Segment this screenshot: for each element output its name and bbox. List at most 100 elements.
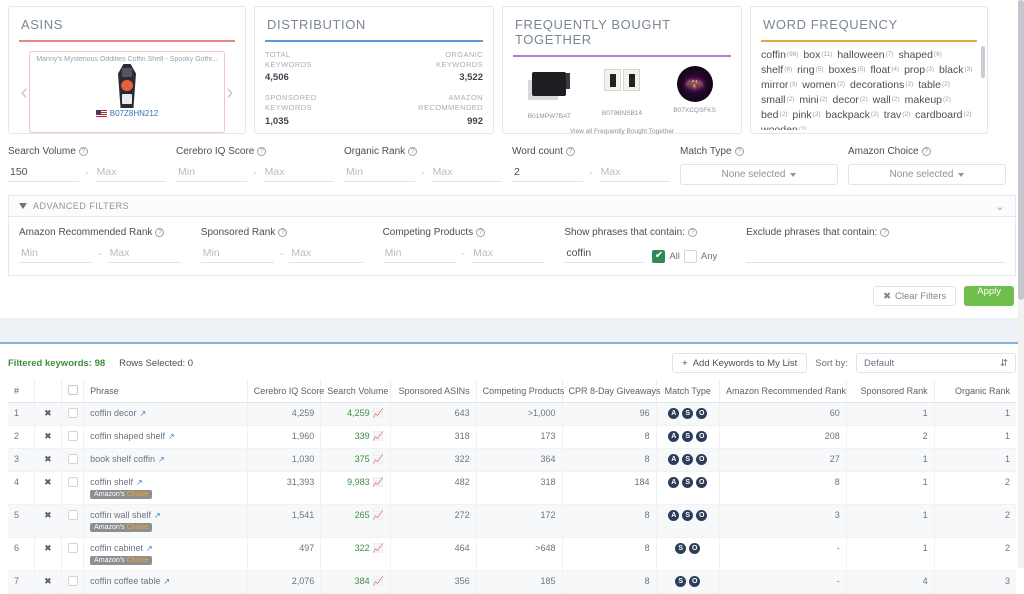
external-link-icon[interactable]: ↗	[140, 409, 147, 418]
exclude-phrases-input[interactable]	[746, 245, 1005, 263]
select-all-checkbox[interactable]	[68, 385, 78, 395]
search-volume-cell[interactable]: 375📈	[321, 449, 391, 472]
table-row[interactable]: 5✖coffin wall shelf↗Amazon's Choice1,541…	[8, 505, 1016, 538]
row-phrase-cell[interactable]: coffin shelf↗Amazon's Choice	[84, 472, 248, 505]
row-phrase-cell[interactable]: book shelf coffin↗	[84, 449, 248, 472]
word-frequency-item[interactable]: halloween(7)	[837, 49, 895, 61]
help-icon[interactable]: ?	[257, 147, 266, 156]
row-phrase-cell[interactable]: coffin wall shelf↗Amazon's Choice	[84, 505, 248, 538]
help-icon[interactable]: ?	[922, 147, 931, 156]
row-remove-button[interactable]: ✖	[35, 426, 62, 449]
search-volume-cell[interactable]: 265📈	[321, 505, 391, 538]
help-icon[interactable]: ?	[566, 147, 575, 156]
word-frequency-scrollbar[interactable]	[981, 46, 985, 78]
include-all-checkbox[interactable]	[652, 250, 665, 263]
help-icon[interactable]: ?	[880, 228, 889, 237]
word-frequency-item[interactable]: coffin(98)	[761, 49, 800, 61]
table-row[interactable]: 6✖coffin cabinet↗Amazon's Choice497322📈4…	[8, 538, 1016, 571]
row-checkbox[interactable]	[68, 510, 78, 520]
row-select-cell[interactable]	[61, 449, 83, 472]
chevron-down-icon[interactable]: ⌄	[995, 200, 1005, 213]
filter-min-input[interactable]	[19, 245, 92, 263]
row-phrase-cell[interactable]: coffin cabinet↗Amazon's Choice	[84, 538, 248, 571]
filter-min-input[interactable]	[383, 245, 456, 263]
filter-select[interactable]: None selected	[680, 164, 838, 185]
col-organic-rank[interactable]: Organic Rank	[934, 380, 1016, 403]
table-row[interactable]: 2✖coffin shaped shelf↗1,960339📈3181738AS…	[8, 426, 1016, 449]
row-checkbox[interactable]	[68, 408, 78, 418]
col-cerebro-iq-score[interactable]: Cerebro IQ Score	[247, 380, 321, 403]
row-checkbox[interactable]	[68, 477, 78, 487]
trend-chart-icon[interactable]: 📈	[373, 454, 384, 464]
col-sponsored-rank[interactable]: Sponsored Rank	[846, 380, 934, 403]
search-volume-cell[interactable]: 384📈	[321, 571, 391, 594]
filter-min-input[interactable]	[8, 164, 79, 182]
word-frequency-item[interactable]: ring(5)	[797, 64, 825, 76]
word-frequency-item[interactable]: shaped(6)	[899, 49, 944, 61]
fbt-item[interactable]: B079BNSB14	[591, 65, 653, 117]
word-frequency-item[interactable]: wooden(2)	[761, 124, 809, 130]
filter-max-input[interactable]	[289, 245, 362, 263]
row-select-cell[interactable]	[61, 571, 83, 594]
col-sponsored-asins[interactable]: Sponsored ASINs	[390, 380, 476, 403]
trend-chart-icon[interactable]: 📈	[373, 576, 384, 586]
search-volume-cell[interactable]: 322📈	[321, 538, 391, 571]
close-icon[interactable]: ✖	[44, 477, 52, 487]
help-icon[interactable]: ?	[278, 228, 287, 237]
word-frequency-item[interactable]: boxes(5)	[828, 64, 867, 76]
word-frequency-item[interactable]: wall(2)	[873, 94, 902, 106]
apply-filters-button[interactable]: Apply	[964, 286, 1014, 306]
word-frequency-item[interactable]: trav(2)	[884, 109, 912, 121]
word-frequency-item[interactable]: small(2)	[761, 94, 796, 106]
close-icon[interactable]: ✖	[44, 431, 52, 441]
col-cpr-8-day-giveaways[interactable]: CPR 8-Day Giveaways	[562, 380, 656, 403]
external-link-icon[interactable]: ↗	[163, 577, 170, 586]
word-frequency-item[interactable]: black(3)	[939, 64, 974, 76]
external-link-icon[interactable]: ↗	[154, 511, 161, 520]
word-frequency-item[interactable]: table(2)	[918, 79, 952, 91]
filter-max-input[interactable]	[263, 164, 334, 182]
asin-prev-arrow-icon[interactable]: ‹	[19, 81, 29, 103]
help-icon[interactable]: ?	[476, 228, 485, 237]
filter-max-input[interactable]	[471, 245, 544, 263]
page-scrollbar[interactable]	[1018, 0, 1024, 568]
row-checkbox[interactable]	[68, 576, 78, 586]
row-checkbox[interactable]	[68, 454, 78, 464]
fbt-item[interactable]: B07XCQSFKS	[664, 65, 726, 114]
help-icon[interactable]: ?	[688, 228, 697, 237]
word-frequency-item[interactable]: mirror(3)	[761, 79, 799, 91]
filter-max-input[interactable]	[431, 164, 502, 182]
help-icon[interactable]: ?	[408, 147, 417, 156]
close-icon[interactable]: ✖	[44, 510, 52, 520]
row-select-cell[interactable]	[61, 426, 83, 449]
filter-min-input[interactable]	[344, 164, 415, 182]
row-phrase-cell[interactable]: coffin coffee table↗	[84, 571, 248, 594]
word-frequency-item[interactable]: bed(2)	[761, 109, 789, 121]
col-phrase[interactable]: Phrase	[84, 380, 248, 403]
word-frequency-item[interactable]: float(4)	[870, 64, 901, 76]
filter-min-input[interactable]	[512, 164, 583, 182]
trend-chart-icon[interactable]: 📈	[373, 408, 384, 418]
word-frequency-item[interactable]: makeup(2)	[905, 94, 953, 106]
word-frequency-item[interactable]: prop(3)	[904, 64, 936, 76]
search-volume-cell[interactable]: 9,983📈	[321, 472, 391, 505]
row-remove-button[interactable]: ✖	[35, 472, 62, 505]
filter-select[interactable]: None selected	[848, 164, 1006, 185]
filter-min-input[interactable]	[201, 245, 274, 263]
word-frequency-item[interactable]: box(11)	[803, 49, 834, 61]
row-checkbox[interactable]	[68, 431, 78, 441]
table-row[interactable]: 4✖coffin shelf↗Amazon's Choice31,3939,98…	[8, 472, 1016, 505]
row-select-cell[interactable]	[61, 505, 83, 538]
word-frequency-item[interactable]: cardboard(2)	[915, 109, 973, 121]
external-link-icon[interactable]: ↗	[168, 432, 175, 441]
close-icon[interactable]: ✖	[44, 543, 52, 553]
col-index[interactable]: #	[8, 380, 35, 403]
asin-item[interactable]: Manny's Mysterious Oddities Coffin Shelf…	[29, 51, 224, 133]
sort-by-select[interactable]: Default ⇵	[856, 353, 1016, 373]
filter-min-input[interactable]	[176, 164, 247, 182]
row-select-cell[interactable]	[61, 538, 83, 571]
filter-max-input[interactable]	[95, 164, 166, 182]
trend-chart-icon[interactable]: 📈	[373, 431, 384, 441]
table-row[interactable]: 1✖coffin decor↗4,2594,259📈643>1,00096ASO…	[8, 403, 1016, 426]
advanced-filters-bar[interactable]: ADVANCED FILTERS ⌄	[8, 195, 1016, 217]
